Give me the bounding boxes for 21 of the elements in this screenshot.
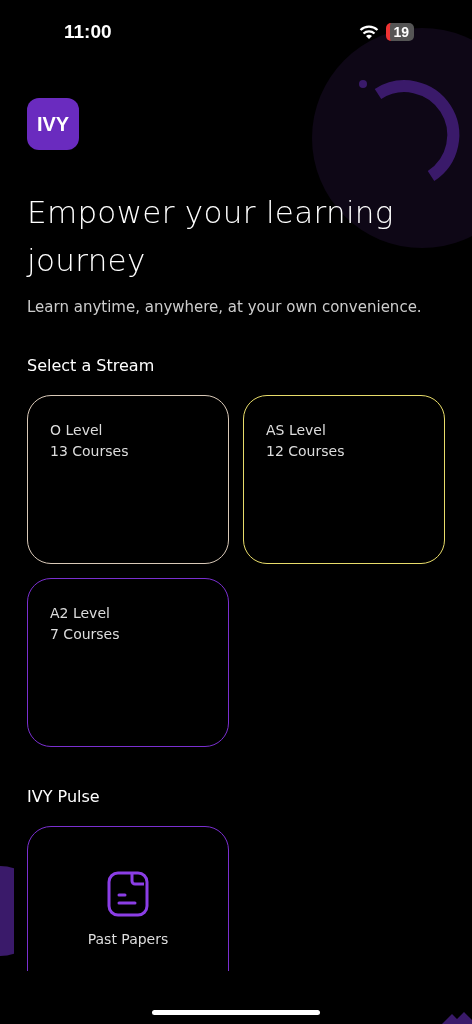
document-icon <box>107 871 149 917</box>
stream-name: A2 Level <box>50 604 110 623</box>
course-count: 7 Courses <box>50 625 120 644</box>
battery-indicator: 19 <box>386 23 414 41</box>
wifi-icon <box>359 24 380 40</box>
course-count: 12 Courses <box>266 442 345 461</box>
headline: Empower your learning journey <box>27 193 395 280</box>
section-title: IVY Pulse <box>27 787 101 806</box>
course-count: 13 Courses <box>50 442 129 461</box>
section-title: Select a Stream <box>27 356 156 375</box>
app-logo: IVY <box>27 98 79 150</box>
stream-name: AS Level <box>266 421 326 440</box>
status-time: 11:00 <box>64 21 112 43</box>
stream-name: O Level <box>50 421 103 440</box>
decorative-peaks <box>442 1012 472 1024</box>
stream-card[interactable]: AS Level 12 Courses <box>243 395 445 564</box>
subheadline: Learn anytime, anywhere, at your own convenience. <box>27 298 423 316</box>
stream-card[interactable]: O Level 13 Courses <box>27 395 229 564</box>
stream-card[interactable]: A2 Level 7 Courses <box>27 578 229 747</box>
card-label: Past Papers <box>87 930 169 949</box>
past-papers-card[interactable]: Past Papers <box>27 826 229 971</box>
